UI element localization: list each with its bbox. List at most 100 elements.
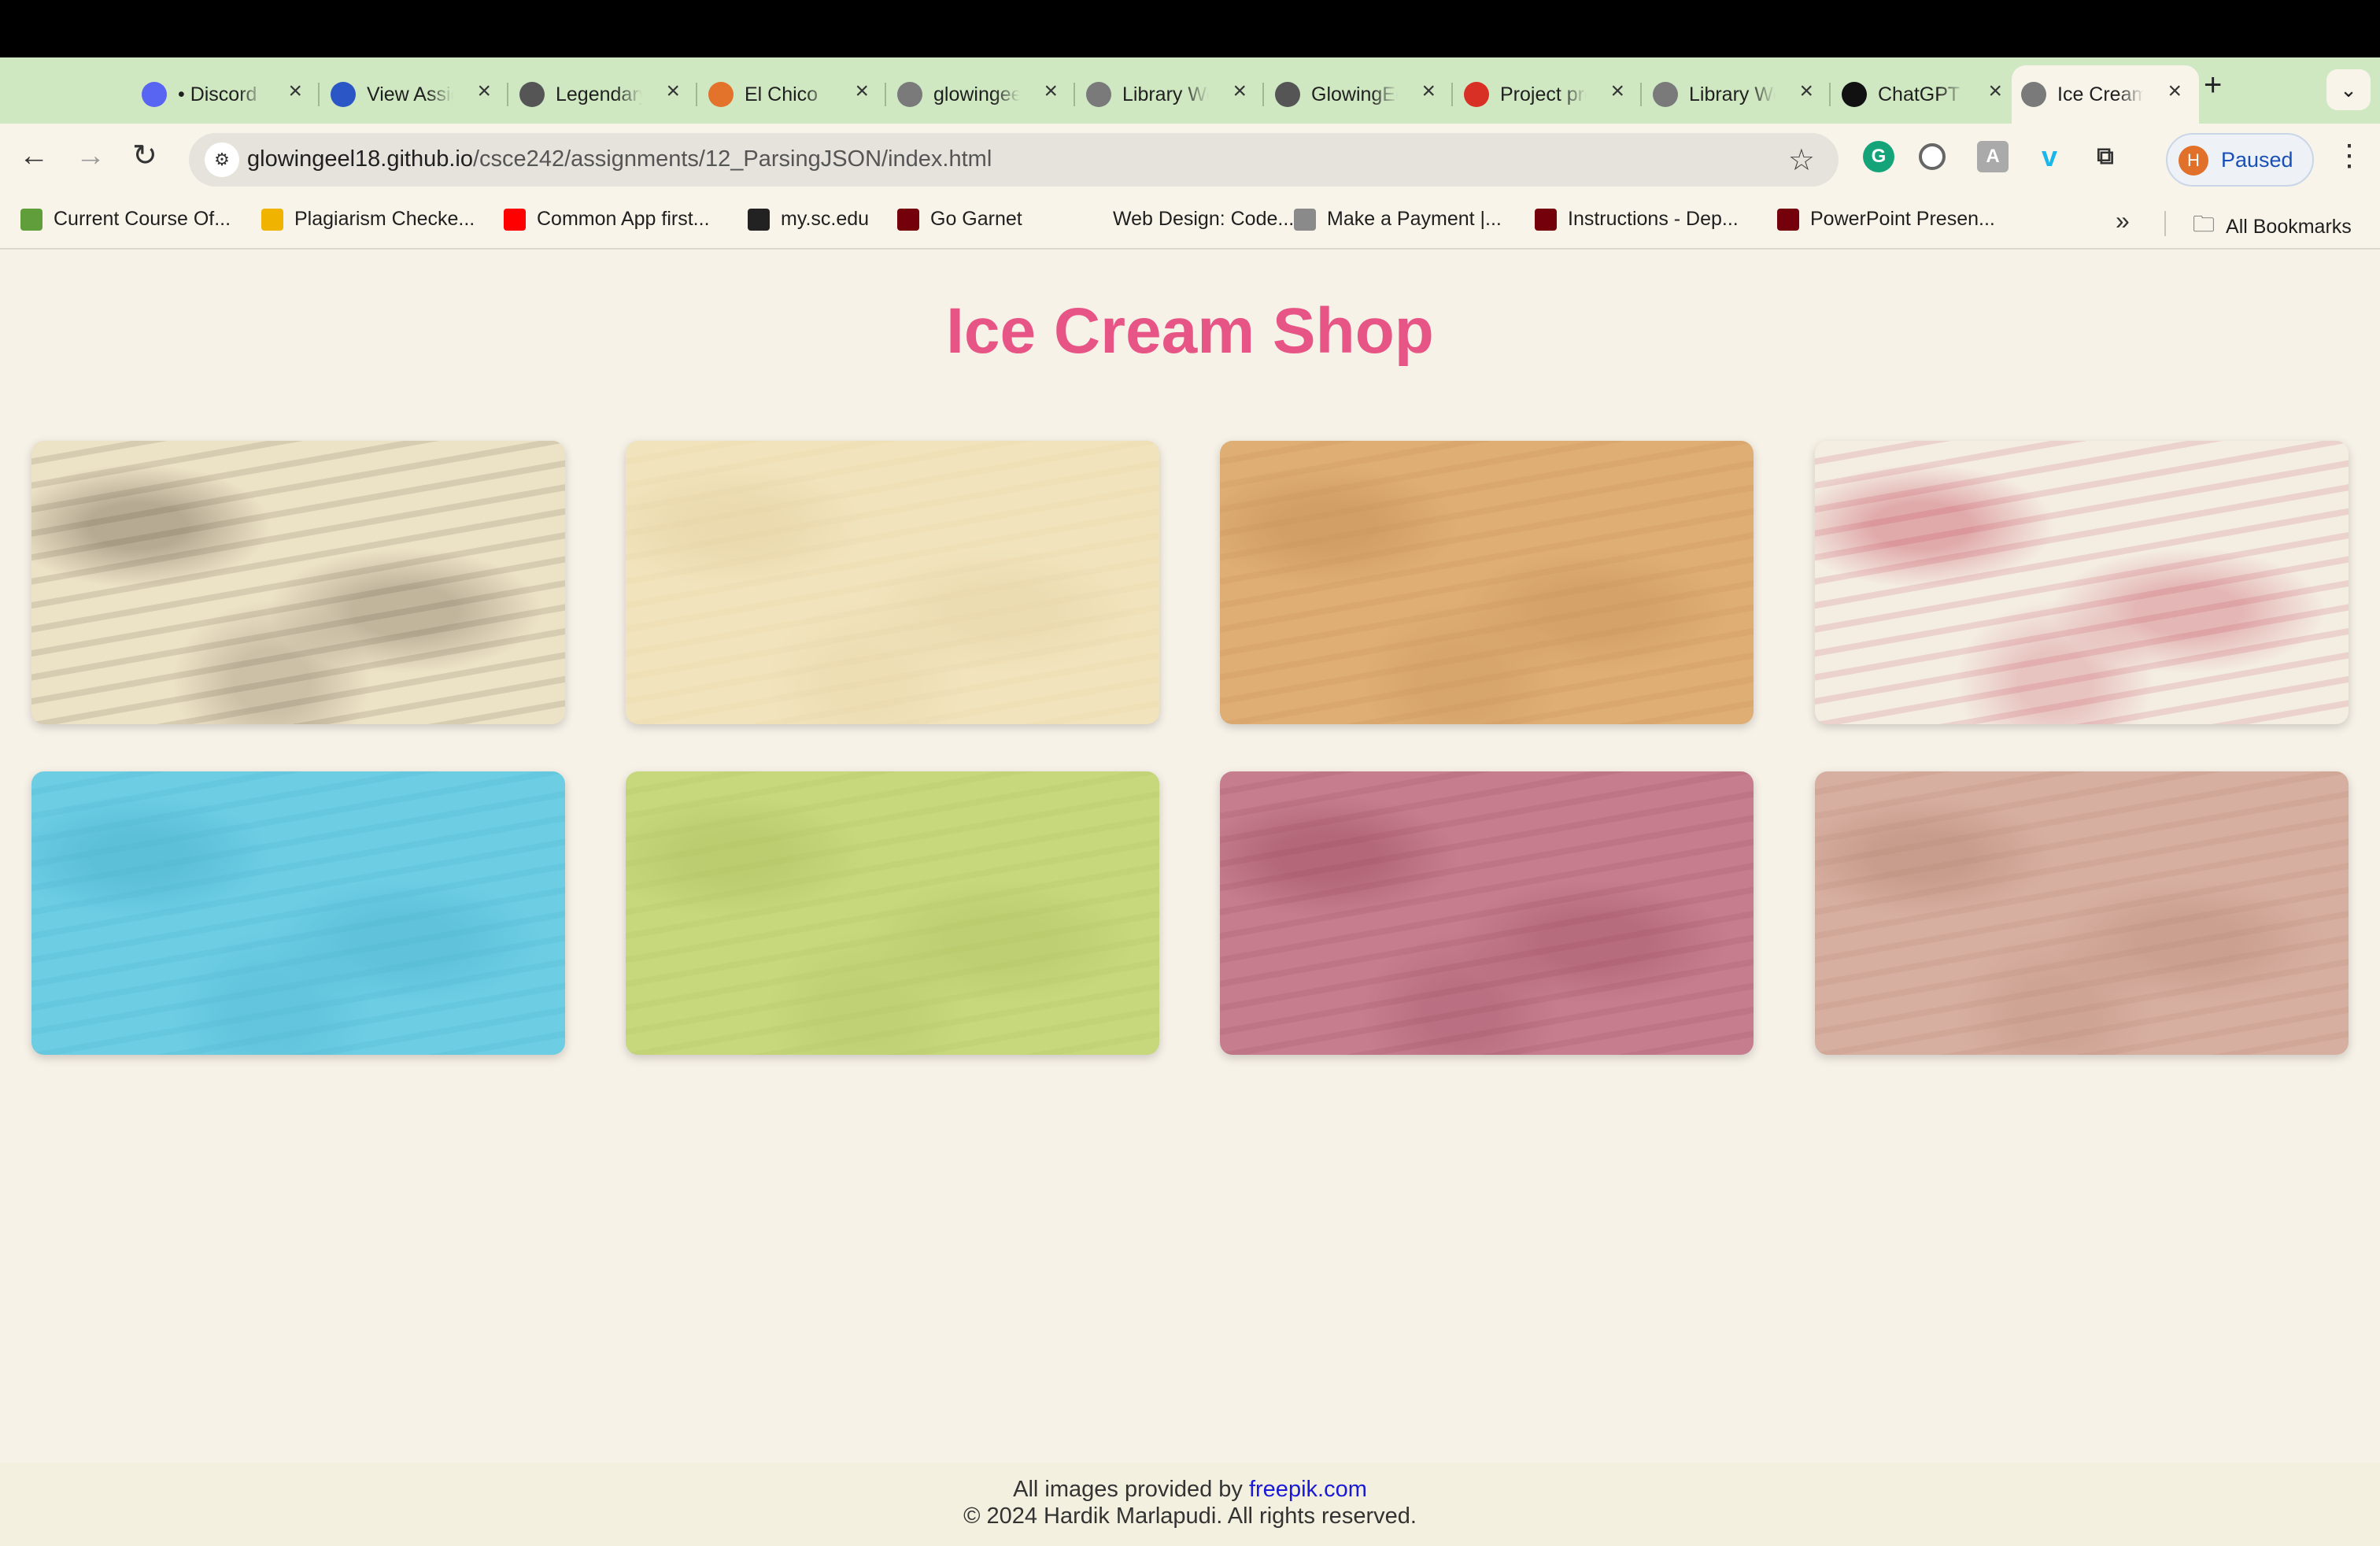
- extension-square-icon[interactable]: A: [1977, 141, 2009, 172]
- site-info-icon[interactable]: ⚙: [205, 142, 239, 177]
- bookmark-star-icon[interactable]: ☆: [1788, 142, 1815, 178]
- hexagon-icon: [708, 82, 734, 107]
- url-path: /csce242/assignments/12_ParsingJSON/inde…: [473, 146, 992, 172]
- tab-separator: [1262, 83, 1264, 106]
- all-bookmarks-button[interactable]: 🗀 All Bookmarks: [2193, 208, 2352, 246]
- github-icon: [1275, 82, 1300, 107]
- tab-label: ChatGPT: [1878, 83, 1961, 105]
- course-icon: [20, 208, 42, 231]
- reload-button[interactable]: ↻: [132, 141, 157, 171]
- blank-icon: [1080, 208, 1102, 231]
- bookmark-label: Web Design: Code...: [1113, 208, 1295, 230]
- more-bookmarks-icon[interactable]: »: [2116, 206, 2130, 235]
- tab-label: GlowingEel: [1311, 83, 1398, 105]
- profile-button[interactable]: H Paused: [2166, 133, 2314, 187]
- footer-credit-text: All images provided by: [1013, 1477, 1249, 1502]
- tab-strip: • Discord×View Assignment×Legendary×El C…: [0, 57, 2380, 124]
- footer-credit: All images provided by freepik.com: [0, 1477, 2380, 1503]
- extension-circle-icon[interactable]: [1919, 143, 1946, 170]
- chevron-down-icon: ⌄: [2340, 77, 2357, 102]
- garnet-icon: [1777, 208, 1799, 231]
- browser-tab[interactable]: Legendary ×: [510, 65, 697, 124]
- tab-label: • Discord: [178, 83, 257, 105]
- gmail-icon: [1464, 82, 1489, 107]
- chatgpt-icon: [1842, 82, 1867, 107]
- close-tab-icon[interactable]: ×: [1044, 80, 1058, 103]
- tab-label: View Assignment: [367, 83, 453, 105]
- flavor-image-birthday-cake: [626, 441, 1159, 724]
- bookmark-label: my.sc.edu: [781, 208, 870, 230]
- close-tab-icon[interactable]: ×: [1799, 80, 1813, 103]
- browser-tab[interactable]: Library Website ×: [1643, 65, 1831, 124]
- browser-tab[interactable]: GlowingEel ×: [1266, 65, 1453, 124]
- close-tab-icon[interactable]: ×: [1610, 80, 1624, 103]
- bookmark-item[interactable]: Current Course Of...: [20, 208, 231, 231]
- bookmark-label: Current Course Of...: [54, 208, 231, 230]
- bookmark-item[interactable]: Go Garnet: [897, 208, 1022, 231]
- bookmark-item[interactable]: PowerPoint Presen...: [1777, 208, 1995, 231]
- close-tab-icon[interactable]: ×: [477, 80, 491, 103]
- tab-search-button[interactable]: ⌄: [2326, 69, 2371, 110]
- tab-separator: [696, 83, 697, 106]
- url-text[interactable]: glowingeel18.github.io/csce242/assignmen…: [247, 146, 992, 172]
- bookmark-label: Plagiarism Checke...: [294, 208, 475, 230]
- tab-label: Legendary: [556, 83, 642, 105]
- close-tab-icon[interactable]: ×: [1988, 80, 2002, 103]
- search-bubble-icon: [261, 208, 283, 231]
- vimeo-icon[interactable]: v: [2034, 140, 2065, 172]
- flavor-image-strawberry-swirl: [1815, 441, 2349, 724]
- address-bar[interactable]: ⚙ glowingeel18.github.io/csce242/assignm…: [189, 133, 1839, 187]
- globe-icon: [748, 208, 770, 231]
- folder-icon: 🗀: [2193, 212, 2216, 236]
- tab-label: glowingeel18: [933, 83, 1020, 105]
- flavor-image-chocolate: [1815, 771, 2349, 1055]
- bookmark-item[interactable]: Make a Payment |...: [1294, 208, 1502, 231]
- browser-tab[interactable]: • Discord ×: [132, 65, 320, 124]
- browser-tab[interactable]: ChatGPT ×: [1832, 65, 2020, 124]
- close-tab-icon[interactable]: ×: [855, 80, 869, 103]
- browser-tab[interactable]: View Assignment ×: [321, 65, 508, 124]
- close-tab-icon[interactable]: ×: [288, 80, 302, 103]
- more-menu-icon[interactable]: ⋮: [2334, 138, 2364, 173]
- tab-label: Ice Cream Shop: [2057, 83, 2144, 105]
- bookmark-item[interactable]: Common App first...: [504, 208, 710, 231]
- bookmark-item[interactable]: Plagiarism Checke...: [261, 208, 475, 231]
- extensions-puzzle-icon[interactable]: ⧉: [2090, 141, 2121, 172]
- freepik-link[interactable]: freepik.com: [1249, 1477, 1367, 1502]
- globe-icon: [2021, 82, 2046, 107]
- garnet-icon: [897, 208, 919, 231]
- back-button[interactable]: ←: [19, 141, 49, 171]
- flavor-image-black-cherry: [1220, 771, 1754, 1055]
- close-tab-icon[interactable]: ×: [1421, 80, 1436, 103]
- tab-separator: [507, 83, 508, 106]
- flavor-image-pistachio: [626, 771, 1159, 1055]
- new-tab-button[interactable]: +: [2204, 69, 2222, 101]
- bookmarks-divider: [2164, 211, 2166, 236]
- bookmark-item[interactable]: Web Design: Code...: [1080, 208, 1294, 231]
- github-icon: [519, 82, 545, 107]
- bookmark-item[interactable]: my.sc.edu: [748, 208, 869, 231]
- tab-label: El Chico: [745, 83, 819, 105]
- browser-tab[interactable]: Library Website ×: [1077, 65, 1264, 124]
- avatar: H: [2179, 146, 2208, 176]
- bookmark-label: Common App first...: [537, 208, 710, 230]
- bookmark-item[interactable]: Instructions - Dep...: [1535, 208, 1739, 231]
- browser-tab[interactable]: El Chico ×: [699, 65, 886, 124]
- flavor-image-peanut-butter: [1220, 441, 1754, 724]
- tab-label: Library Website: [1122, 83, 1209, 105]
- browser-tab[interactable]: Project proposal ×: [1454, 65, 1642, 124]
- grammarly-icon[interactable]: G: [1863, 141, 1894, 172]
- forward-button[interactable]: →: [76, 141, 105, 171]
- url-host: glowingeel18.github.io: [247, 146, 473, 172]
- close-tab-icon[interactable]: ×: [2168, 80, 2182, 103]
- tab-separator: [885, 83, 886, 106]
- browser-tab[interactable]: Ice Cream Shop ×: [2012, 65, 2199, 124]
- browser-tab[interactable]: glowingeel18 ×: [888, 65, 1075, 124]
- close-tab-icon[interactable]: ×: [1232, 80, 1247, 103]
- globe-icon: [1086, 82, 1111, 107]
- discord-icon: [142, 82, 167, 107]
- tab-separator: [1451, 83, 1453, 106]
- close-tab-icon[interactable]: ×: [666, 80, 680, 103]
- bookmark-label: Go Garnet: [930, 208, 1022, 230]
- bookmarks-bar: Current Course Of... Plagiarism Checke...…: [0, 197, 2380, 250]
